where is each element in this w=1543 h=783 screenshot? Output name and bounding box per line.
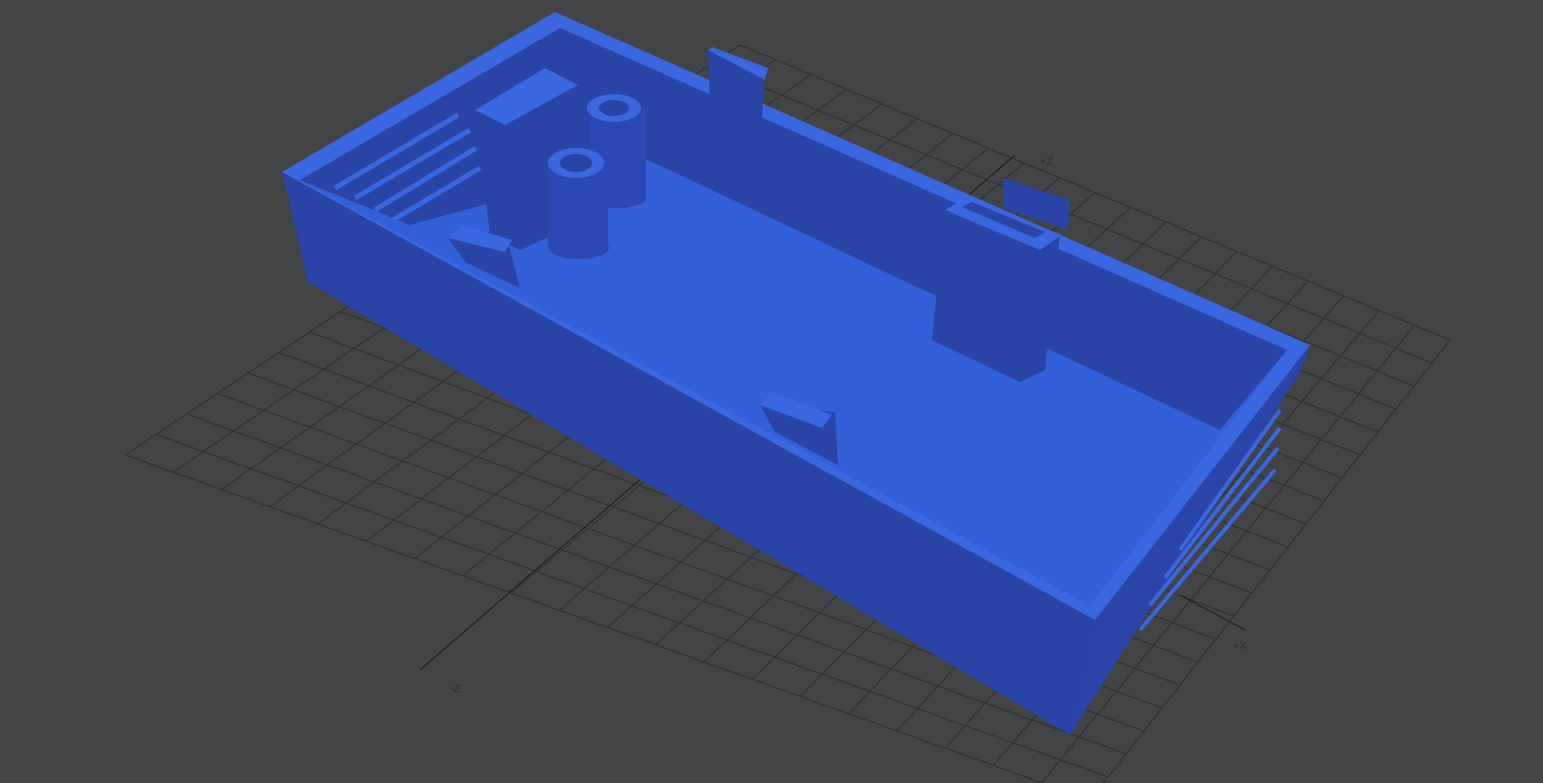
enclosure-model[interactable] (282, 12, 1310, 735)
axis-z-line (1179, 594, 1246, 631)
scene[interactable] (0, 0, 1543, 783)
axis-label-pos-z: +Z (1040, 156, 1054, 168)
standoff-2 (548, 148, 609, 259)
3d-viewport[interactable]: +Z -Z +X (0, 0, 1543, 783)
axis-label-neg-z: -Z (450, 683, 461, 695)
axis-label-pos-x: +X (1233, 640, 1247, 652)
